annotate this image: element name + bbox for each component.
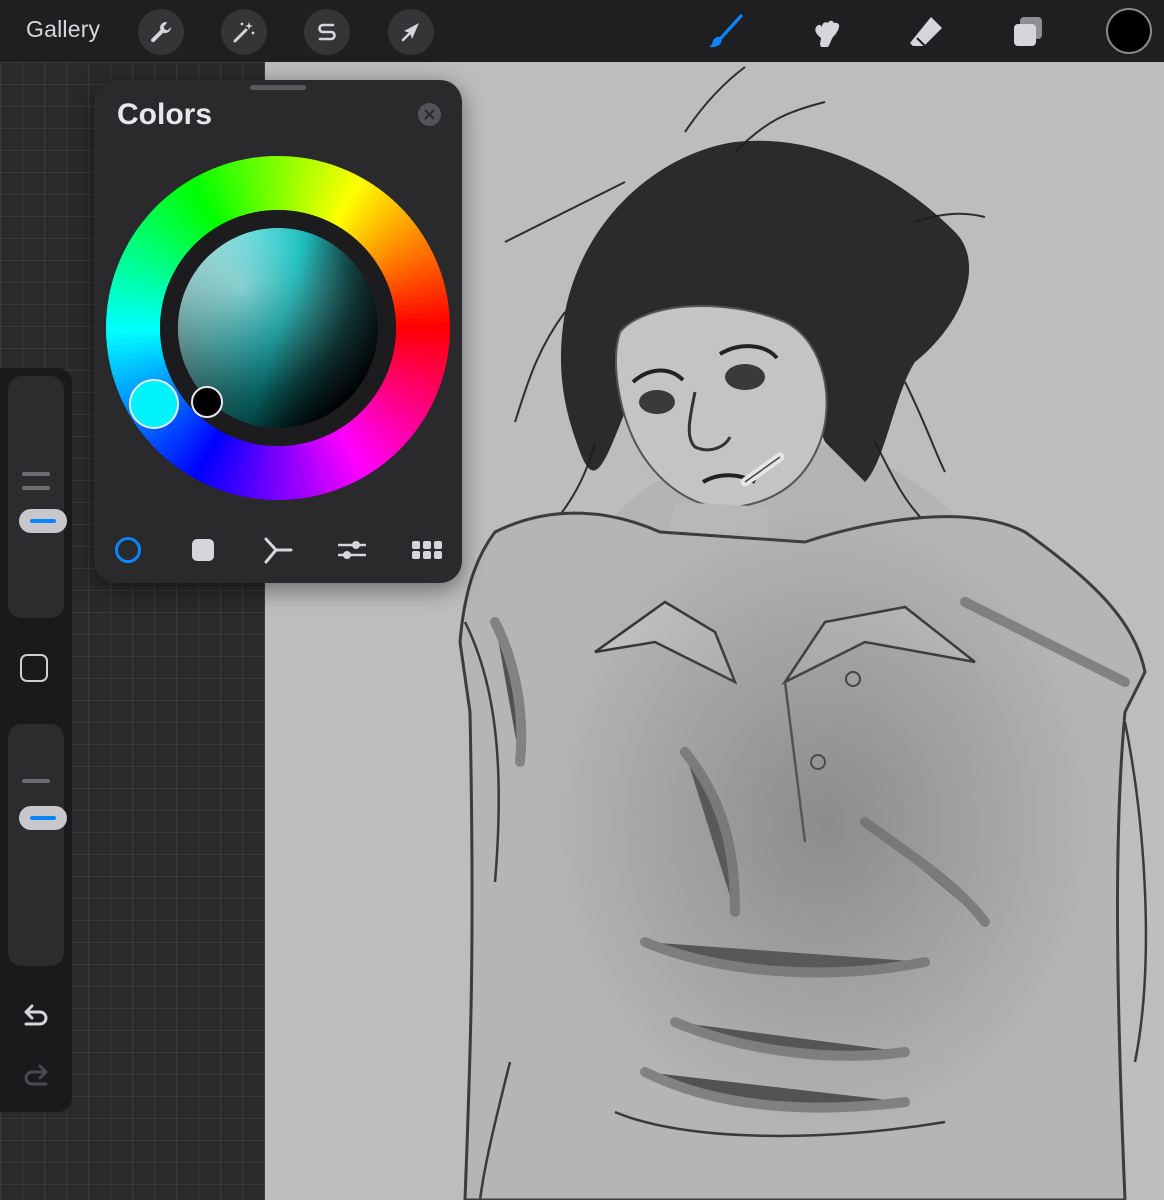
classic-square-icon[interactable] [187, 534, 219, 566]
colors-panel: Colors [94, 80, 462, 583]
colors-panel-title: Colors [117, 98, 213, 131]
close-icon[interactable] [418, 103, 441, 126]
square-icon[interactable] [20, 654, 48, 682]
left-sidebar [0, 368, 72, 1112]
wrench-icon[interactable] [138, 9, 184, 55]
top-toolbar: Gallery [0, 0, 1164, 62]
smudge-icon[interactable] [806, 12, 846, 52]
layers-icon[interactable] [1008, 12, 1048, 52]
brush-size-slider[interactable] [8, 376, 67, 618]
color-selector-knob[interactable] [191, 386, 223, 418]
redo-icon[interactable] [20, 1060, 52, 1092]
slider-grip-line [22, 779, 50, 783]
undo-icon[interactable] [20, 1000, 52, 1032]
current-color-swatch[interactable] [1106, 8, 1152, 54]
gallery-button[interactable]: Gallery [26, 16, 100, 43]
palettes-grid-icon[interactable] [411, 534, 443, 566]
eraser-icon[interactable] [906, 12, 946, 52]
harmony-icon[interactable] [262, 534, 294, 566]
slider-grip-line [22, 486, 50, 490]
brush-size-knob[interactable] [19, 509, 67, 533]
color-disc[interactable] [106, 156, 451, 501]
disc-icon[interactable] [112, 534, 144, 566]
brush-icon[interactable] [706, 12, 746, 52]
panel-grabber[interactable] [250, 85, 306, 90]
magic-wand-icon[interactable] [221, 9, 267, 55]
arrow-cursor-icon[interactable] [388, 9, 434, 55]
value-sliders-icon[interactable] [336, 534, 368, 566]
slider-grip-line [22, 472, 50, 476]
opacity-knob[interactable] [19, 806, 67, 830]
opacity-slider[interactable] [8, 724, 67, 966]
selection-s-icon[interactable] [304, 9, 350, 55]
hue-selector-knob[interactable] [129, 379, 179, 429]
color-mode-tabs [94, 528, 462, 568]
